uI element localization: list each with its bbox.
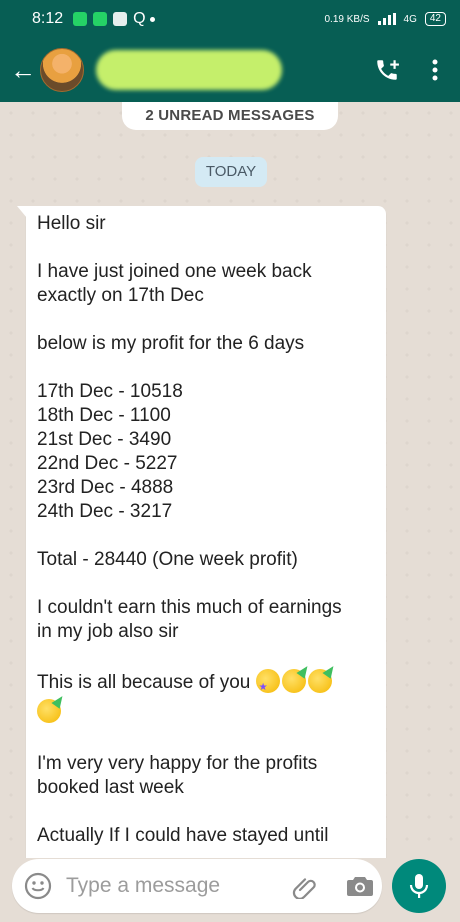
message-happy: I'm very very happy for the profits book…: [37, 753, 318, 798]
gallery-notification-icon: [113, 12, 128, 26]
network-speed-value: 0.19: [324, 13, 344, 25]
message-profit-heading: below is my profit for the 6 days: [37, 333, 305, 354]
contact-avatar[interactable]: [40, 48, 84, 92]
mic-icon: [409, 874, 429, 898]
paperclip-icon[interactable]: [292, 873, 318, 899]
battery-indicator: 42: [424, 12, 446, 26]
chat-header: ←: [0, 38, 460, 102]
header-actions: [374, 57, 438, 83]
profit-line: 23rd Dec - 4888: [37, 477, 174, 498]
profit-line: 17th Dec - 10518: [37, 381, 183, 402]
profit-line: 21st Dec - 3490: [37, 429, 172, 450]
profit-line: 22nd Dec - 5227: [37, 453, 178, 474]
message-input-bar: [12, 859, 382, 913]
message-because-line: This is all because of you: [37, 668, 374, 728]
signal-icon: [377, 13, 396, 25]
mic-button[interactable]: [392, 859, 446, 913]
partying-face-emoji-icon: [307, 669, 332, 693]
network-type: 4G: [403, 13, 417, 25]
message-actually: Actually If I could have stayed until: [37, 825, 329, 846]
app-notification-icon: [93, 12, 108, 26]
status-right: 0.19 KB/S 4G 42: [324, 12, 446, 26]
message-greeting: Hello sir: [37, 213, 106, 234]
whatsapp-notification-icon: [73, 12, 88, 26]
profit-line: 18th Dec - 1100: [37, 405, 171, 426]
status-bar: 8:12 Q 0.19 KB/S 4G 42: [0, 0, 460, 38]
more-notifications-dot: [149, 16, 155, 22]
star-struck-emoji-icon: [255, 669, 280, 703]
profit-list: 17th Dec - 10518 18th Dec - 1100 21st De…: [37, 380, 374, 524]
back-arrow-icon[interactable]: ←: [10, 55, 38, 86]
camera-icon[interactable]: [346, 874, 374, 898]
message-earnings: I couldn't earn this much of earnings in…: [37, 597, 342, 642]
message-because: This is all because of you: [37, 672, 251, 693]
emoji-icon[interactable]: [24, 872, 52, 900]
chat-area[interactable]: 2 UNREAD MESSAGES TODAY Hello sir I have…: [0, 102, 460, 858]
unread-banner: 2 UNREAD MESSAGES: [122, 102, 338, 130]
partying-face-emoji-icon: [281, 669, 306, 693]
status-time: 8:12: [32, 10, 64, 27]
partying-face-emoji-icon: [37, 699, 61, 723]
add-call-icon[interactable]: [374, 57, 400, 83]
network-speed-unit: KB/S: [346, 13, 370, 25]
message-input[interactable]: [66, 874, 276, 898]
incoming-message-bubble[interactable]: Hello sir I have just joined one week ba…: [17, 206, 386, 858]
network-speed: 0.19 KB/S: [324, 14, 369, 25]
date-chip: TODAY: [195, 157, 267, 187]
profit-line: 24th Dec - 3217: [37, 501, 173, 522]
message-total: Total - 28440 (One week profit): [37, 549, 298, 570]
more-vert-icon[interactable]: [432, 58, 438, 82]
message-intro: I have just joined one week back exactly…: [37, 261, 312, 306]
contact-name-redacted[interactable]: [96, 50, 282, 90]
search-notification-icon: Q: [133, 10, 146, 27]
